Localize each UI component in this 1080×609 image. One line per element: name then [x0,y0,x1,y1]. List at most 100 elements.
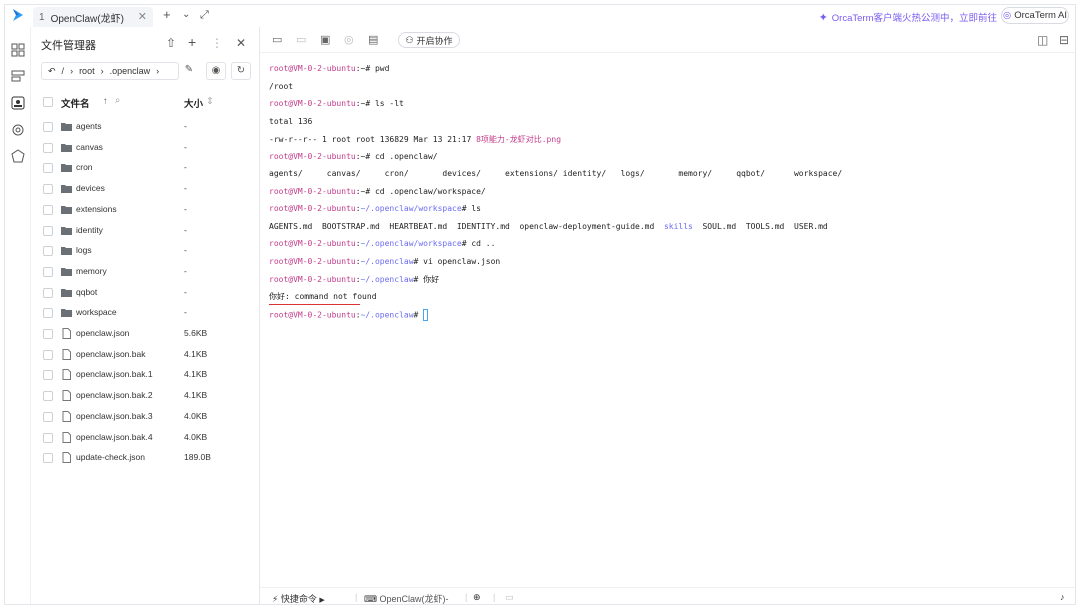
breadcrumb-separator-icon: › [70,66,74,76]
search-icon[interactable]: ⌕ [115,95,120,106]
file-row[interactable]: cron - [41,158,256,178]
file-row[interactable]: agents - [41,117,256,137]
file-manager-icon[interactable] [11,96,25,110]
row-checkbox[interactable] [43,184,53,195]
file-row[interactable]: update-check.json 189.0B [41,448,256,468]
file-name[interactable]: openclaw.json.bak.2 [76,390,153,400]
file-row[interactable]: openclaw.json.bak.1 4.1KB [41,365,256,385]
file-row[interactable]: openclaw.json.bak 4.1KB [41,345,256,365]
file-row[interactable]: openclaw.json.bak.2 4.1KB [41,386,256,406]
row-checkbox[interactable] [43,411,53,422]
file-name[interactable]: openclaw.json.bak.4 [76,432,153,442]
file-name[interactable]: canvas [76,142,103,152]
file-row[interactable]: identity - [41,221,256,241]
file-name[interactable]: workspace [76,307,117,317]
collab-button[interactable]: ⚇ 开启协作 [398,32,460,48]
folder-icon[interactable]: ▭ [272,34,284,46]
new-tab-icon[interactable]: + [163,8,171,22]
sort-asc-icon[interactable]: ↑ [103,96,108,107]
promo-banner[interactable]: ✦ OrcaTerm客户端火热公测中，立即前往 [819,10,997,25]
file-name[interactable]: identity [76,225,103,235]
chevron-down-icon[interactable]: ⌄ [182,8,190,22]
split-horizontal-icon[interactable]: ⊟ [1059,34,1071,46]
record-icon[interactable]: ◎ [344,34,356,46]
select-all-checkbox[interactable] [43,97,53,107]
session-indicator[interactable]: ⌨ OpenClaw(龙虾)- [364,592,449,604]
file-row[interactable]: memory - [41,262,256,282]
file-size: 5.6KB [184,328,208,338]
file-row[interactable]: logs - [41,241,256,261]
row-checkbox[interactable] [43,142,53,153]
breadcrumb[interactable]: ↶ / › root › .openclaw › [41,62,179,80]
file-name[interactable]: cron [76,162,93,172]
file-name[interactable]: extensions [76,204,117,214]
top-bar: 1 OpenClaw(龙虾) ✕ + ⌄ ⤢ ✦ OrcaTerm客户端火热公测… [5,5,1075,27]
file-row[interactable]: workspace - [41,303,256,323]
show-hidden-button[interactable]: ◉ [206,62,226,80]
file-row[interactable]: openclaw.json.bak.4 4.0KB [41,428,256,448]
server-list-icon[interactable] [11,69,25,83]
file-name[interactable]: openclaw.json [76,328,129,338]
file-name[interactable]: devices [76,183,105,193]
plugins-icon[interactable] [11,149,25,163]
more-icon[interactable]: ⋮ [211,36,223,50]
quick-command-button[interactable]: ⚡ 快捷命令 ▶ [272,592,325,604]
close-icon[interactable]: ✕ [236,36,246,50]
file-name[interactable]: qqbot [76,287,97,297]
row-checkbox[interactable] [43,432,53,443]
row-checkbox[interactable] [43,370,53,381]
tab-close-icon[interactable]: ✕ [138,10,147,23]
settings-icon[interactable] [11,123,25,137]
row-checkbox[interactable] [43,163,53,174]
row-checkbox[interactable] [43,308,53,319]
sync-icon[interactable]: ▭ [296,34,308,46]
upload-icon[interactable]: ⇧ [166,36,176,50]
file-name[interactable]: logs [76,245,92,255]
row-checkbox[interactable] [43,329,53,339]
row-checkbox[interactable] [43,349,53,360]
orcaterm-ai-button[interactable]: ◎ OrcaTerm AI [1001,7,1069,24]
row-checkbox[interactable] [43,266,53,277]
file-name[interactable]: openclaw.json.bak.1 [76,369,153,379]
terminal-cursor[interactable] [423,309,429,321]
file-row[interactable]: qqbot - [41,283,256,303]
globe-icon[interactable]: ⊕ [473,592,481,603]
add-icon[interactable]: + [188,34,196,50]
save-icon[interactable]: ▤ [368,34,380,46]
terminal-icon[interactable]: ▣ [320,34,332,46]
row-checkbox[interactable] [43,225,53,236]
file-name[interactable]: openclaw.json.bak.3 [76,411,153,421]
file-name[interactable]: agents [76,121,102,131]
file-row[interactable]: openclaw.json.bak.3 4.0KB [41,407,256,427]
refresh-button[interactable]: ↻ [231,62,251,80]
promo-text: OrcaTerm客户端火热公测中，立即前往 [831,13,997,24]
row-checkbox[interactable] [43,287,53,298]
row-checkbox[interactable] [43,453,53,464]
file-name[interactable]: memory [76,266,107,276]
folder-icon [61,226,72,235]
edit-path-button[interactable]: ✎ [179,62,199,80]
tab-openclaw[interactable]: 1 OpenClaw(龙虾) ✕ [33,7,153,27]
name-column-header[interactable]: 文件名 [61,96,90,110]
row-checkbox[interactable] [43,122,53,132]
breadcrumb-root[interactable]: / [62,66,65,76]
row-checkbox[interactable] [43,204,53,215]
screen-icon[interactable]: ▭ [505,592,514,603]
file-row[interactable]: openclaw.json 5.6KB [41,324,256,344]
row-checkbox[interactable] [43,246,53,257]
split-vertical-icon[interactable]: ◫ [1037,34,1049,46]
file-name[interactable]: update-check.json [76,452,145,462]
row-checkbox[interactable] [43,391,53,402]
breadcrumb-root-dir[interactable]: root [79,66,95,76]
breadcrumb-openclaw[interactable]: .openclaw [110,66,151,76]
back-icon[interactable]: ↶ [48,66,56,77]
file-row[interactable]: devices - [41,179,256,199]
bell-icon[interactable]: ♪ [1060,592,1065,602]
size-column-header[interactable]: 大小 [184,96,203,110]
grid-icon[interactable] [11,43,25,57]
file-row[interactable]: extensions - [41,200,256,220]
sort-icon[interactable]: ⇕ [206,96,214,107]
file-row[interactable]: canvas - [41,138,256,158]
fullscreen-icon[interactable]: ⤢ [200,8,209,22]
file-name[interactable]: openclaw.json.bak [76,349,145,359]
